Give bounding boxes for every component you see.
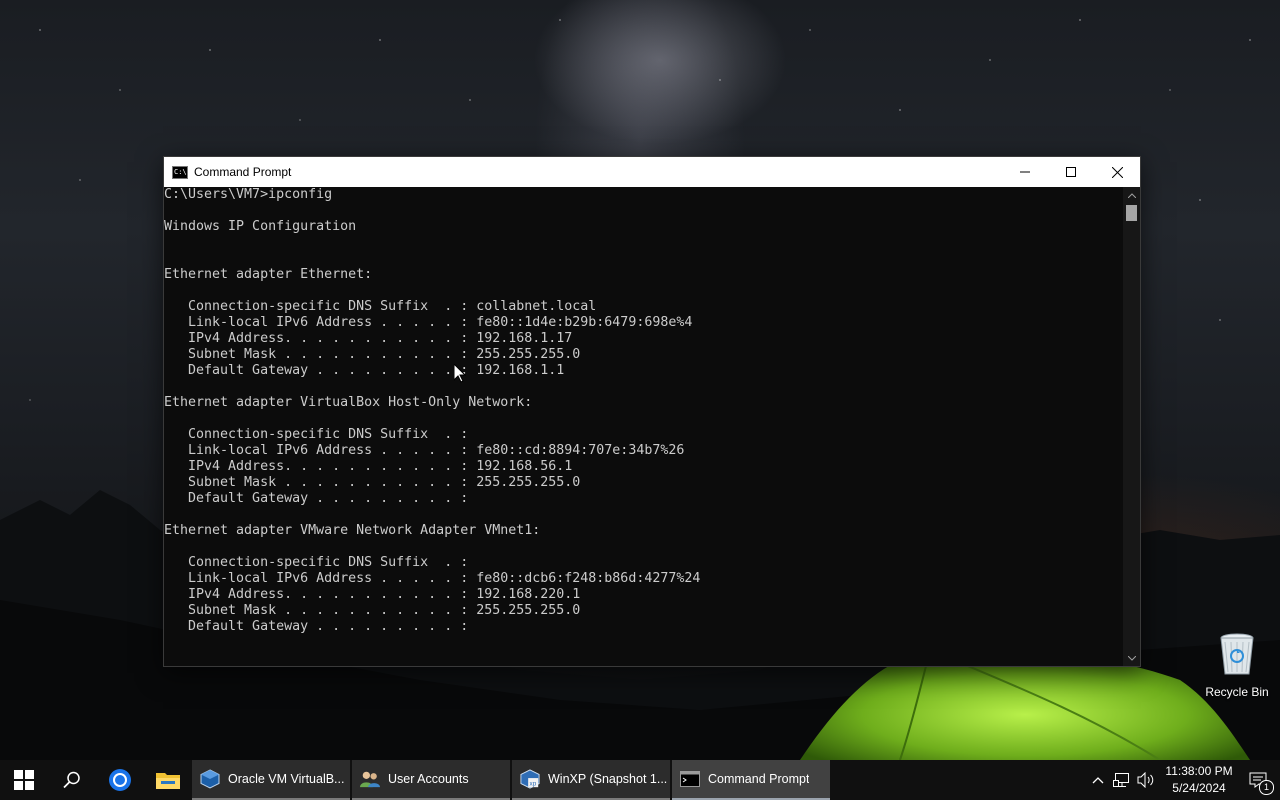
chrome-icon (109, 769, 131, 791)
console-line: Default Gateway . . . . . . . . . : 192.… (164, 363, 565, 378)
vertical-scrollbar[interactable] (1123, 187, 1140, 666)
scroll-up-button[interactable] (1123, 187, 1140, 203)
folder-icon (156, 773, 180, 789)
console-line: IPv4 Address. . . . . . . . . . . : 192.… (164, 331, 573, 346)
taskbar-app-winxp-vm[interactable]: xp WinXP (Snapshot 1... (512, 760, 670, 800)
taskbar-app-virtualbox[interactable]: Oracle VM VirtualB... (192, 760, 350, 800)
taskbar: Oracle VM VirtualB... User Accounts xp W… (0, 760, 1280, 800)
clock-time: 11:38:00 PM (1165, 764, 1233, 778)
vm-xp-icon: xp (520, 769, 540, 789)
show-hidden-icons-button[interactable] (1086, 760, 1110, 800)
scroll-down-button[interactable] (1123, 650, 1140, 666)
chevron-up-icon (1127, 192, 1136, 198)
console-line: Ethernet adapter VirtualBox Host-Only Ne… (164, 395, 533, 410)
maximize-button[interactable] (1048, 157, 1094, 187)
console-line: Default Gateway . . . . . . . . . : (164, 491, 469, 506)
volume-tray-button[interactable] (1134, 760, 1158, 800)
console-output[interactable]: C:\Users\VM7>ipconfig Windows IP Configur… (164, 187, 1124, 666)
speaker-icon (1137, 772, 1154, 788)
console-line: Connection-specific DNS Suffix . : (164, 427, 469, 442)
clock[interactable]: 11:38:00 PM 5/24/2024 (1162, 763, 1236, 797)
recycle-bin-icon (1220, 633, 1254, 675)
action-center-button[interactable]: 1 (1236, 760, 1280, 800)
taskbar-app-user-accounts[interactable]: User Accounts (352, 760, 510, 800)
console-line: Windows IP Configuration (164, 219, 357, 234)
minimize-icon (1020, 171, 1030, 173)
window-titlebar[interactable]: C:\ Command Prompt (164, 157, 1140, 187)
maximize-icon (1066, 167, 1076, 177)
console-line: Default Gateway . . . . . . . . . : (164, 619, 469, 634)
clock-date: 5/24/2024 (1172, 781, 1226, 795)
console-icon (680, 769, 700, 789)
console-icon: C:\ (172, 165, 188, 179)
console-line: IPv4 Address. . . . . . . . . . . : 192.… (164, 459, 573, 474)
search-button[interactable] (48, 760, 96, 800)
chevron-down-icon (1127, 655, 1136, 661)
network-tray-button[interactable] (1110, 760, 1134, 800)
close-icon (1111, 166, 1123, 178)
console-line: C:\Users\VM7>ipconfig (164, 187, 333, 202)
taskbar-app-label: Oracle VM VirtualB... (228, 772, 345, 786)
taskbar-app-label: WinXP (Snapshot 1... (548, 772, 668, 786)
taskbar-app-label: Command Prompt (708, 772, 810, 786)
desktop: Recycle Bin C:\ Command Prompt C:\Users\… (0, 0, 1280, 760)
console-line: Ethernet adapter Ethernet: (164, 267, 373, 282)
console-line: Link-local IPv6 Address . . . . . : fe80… (164, 571, 701, 586)
search-icon (63, 771, 80, 789)
mouse-cursor-icon (454, 364, 466, 383)
close-button[interactable] (1094, 157, 1140, 187)
console-line: Link-local IPv6 Address . . . . . : fe80… (164, 315, 693, 330)
system-tray: 11:38:00 PM 5/24/2024 1 (1086, 760, 1280, 800)
user-accounts-icon (360, 769, 380, 789)
scrollbar-thumb[interactable] (1126, 205, 1137, 221)
console-line: Connection-specific DNS Suffix . : colla… (164, 299, 597, 314)
network-icon (1113, 773, 1129, 787)
console-line: IPv4 Address. . . . . . . . . . . : 192.… (164, 587, 581, 602)
console-line: Subnet Mask . . . . . . . . . . . : 255.… (164, 347, 581, 362)
minimize-button[interactable] (1002, 157, 1048, 187)
command-prompt-window[interactable]: C:\ Command Prompt C:\Users\VM7>ipconfig… (163, 156, 1141, 667)
window-controls (1002, 157, 1140, 187)
console-line: Connection-specific DNS Suffix . : (164, 555, 469, 570)
desktop-icon-recycle-bin[interactable]: Recycle Bin (1200, 632, 1274, 702)
window-title: Command Prompt (194, 165, 292, 179)
taskbar-app-label: User Accounts (388, 772, 469, 786)
chevron-up-icon (1092, 777, 1104, 784)
notification-badge: 1 (1259, 780, 1274, 795)
taskbar-pinned-chrome[interactable] (96, 760, 144, 800)
taskbar-pinned-file-explorer[interactable] (144, 760, 192, 800)
console-line: Ethernet adapter VMware Network Adapter … (164, 523, 541, 538)
taskbar-app-command-prompt[interactable]: Command Prompt (672, 760, 830, 800)
svg-text:xp: xp (530, 780, 537, 787)
start-button[interactable] (0, 760, 48, 800)
windows-start-icon (14, 770, 34, 790)
console-line: Subnet Mask . . . . . . . . . . . : 255.… (164, 475, 581, 490)
console-line: Link-local IPv6 Address . . . . . : fe80… (164, 443, 685, 458)
virtualbox-icon (200, 769, 220, 789)
desktop-icon-label: Recycle Bin (1205, 685, 1269, 699)
console-line: Subnet Mask . . . . . . . . . . . : 255.… (164, 603, 581, 618)
